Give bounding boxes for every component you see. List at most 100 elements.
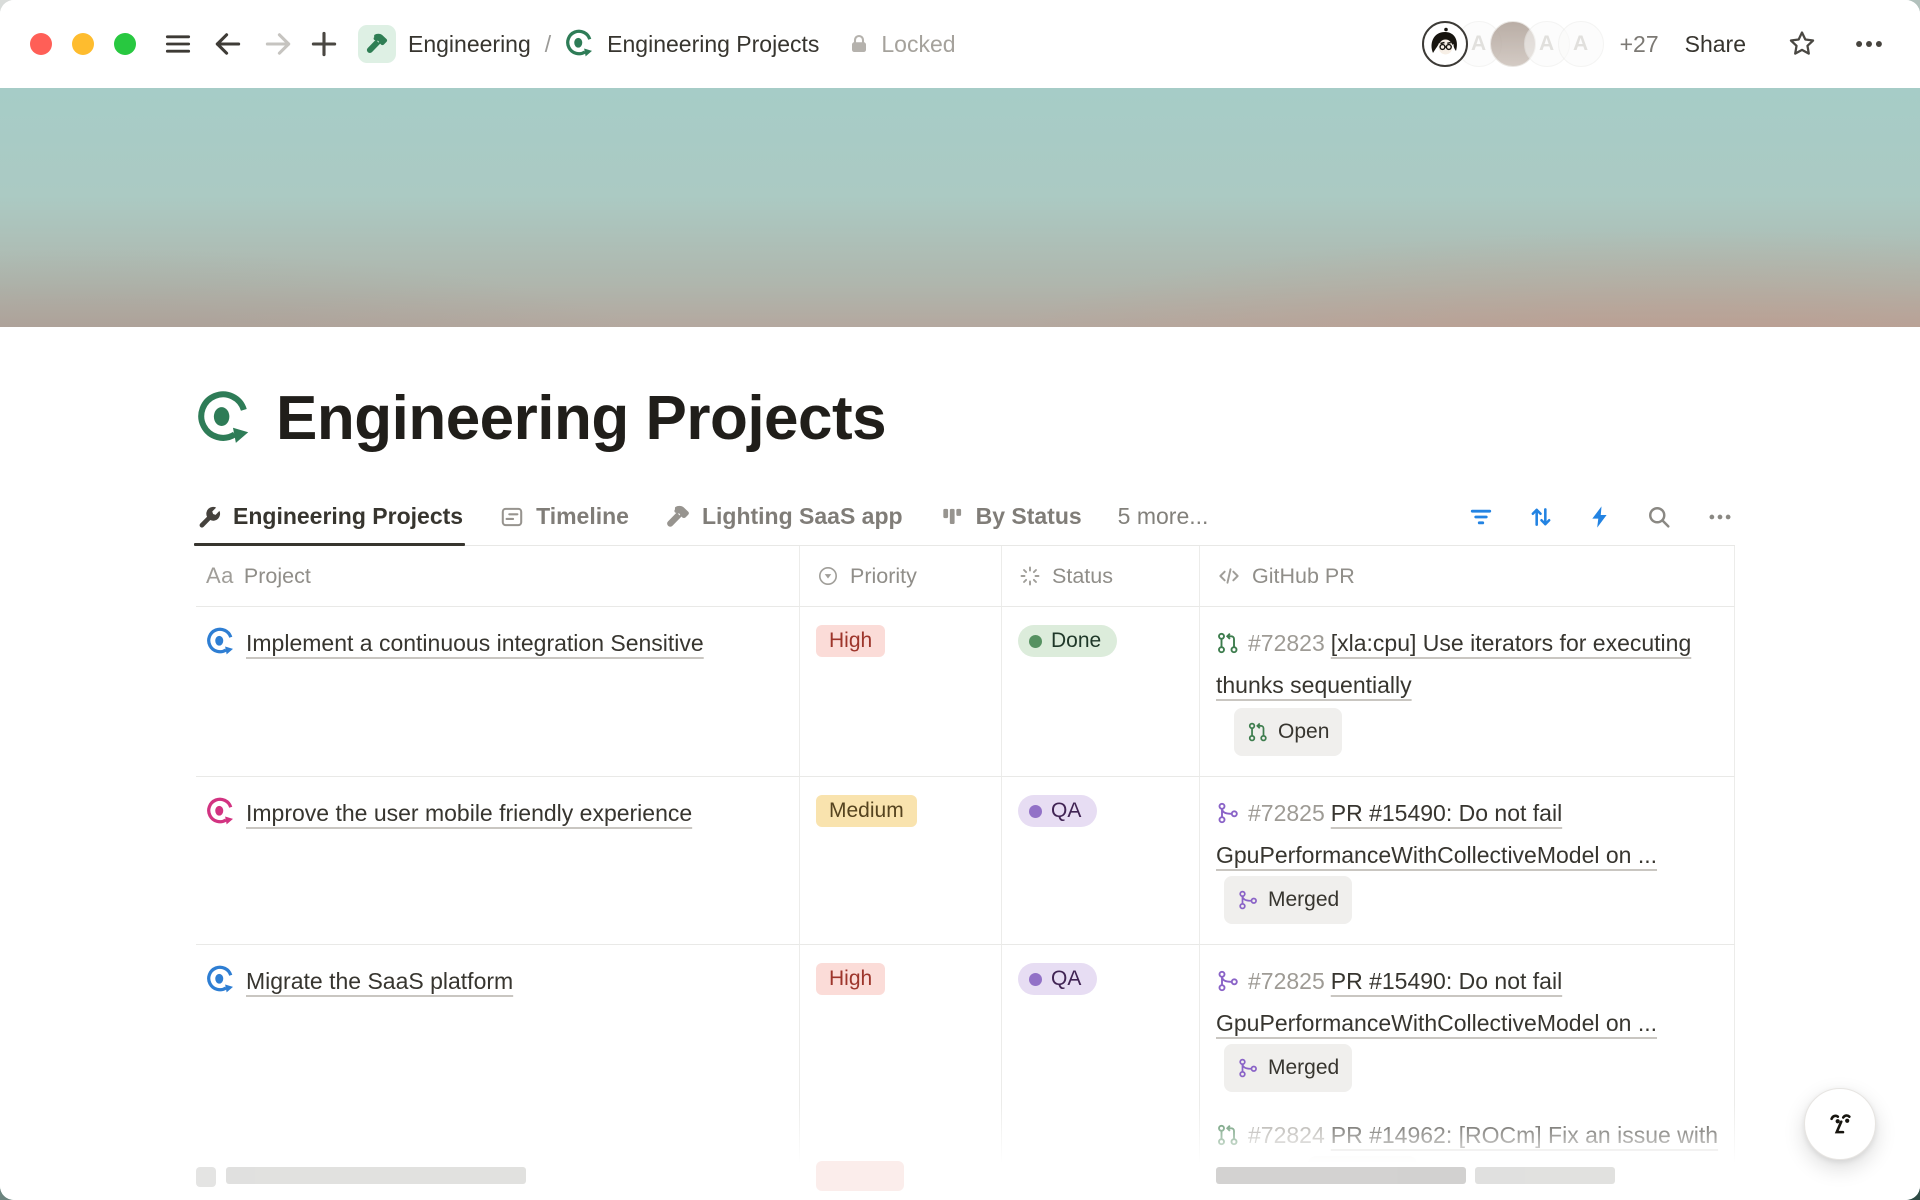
pr-state-badge[interactable]: Merged — [1224, 876, 1352, 924]
breadcrumb-page-label: Engineering Projects — [607, 31, 819, 58]
board-icon — [939, 504, 965, 530]
project-cell: Implement a continuous integration Sensi… — [196, 607, 800, 777]
breadcrumb-workspace-label: Engineering — [408, 31, 531, 58]
status-tag[interactable]: QA — [1018, 795, 1097, 827]
column-label: GitHub PR — [1252, 564, 1355, 589]
project-link[interactable]: Improve the user mobile friendly experie… — [246, 800, 692, 826]
hamburger-icon — [162, 28, 194, 60]
pr-state-label: Open — [1278, 711, 1329, 753]
project-link[interactable]: Implement a continuous integration Sensi… — [246, 630, 704, 656]
pull-request-open-icon — [1216, 1123, 1240, 1147]
tab-label: Timeline — [536, 503, 629, 530]
column-header-github-pr[interactable]: GitHub PR — [1200, 546, 1735, 607]
pr-state-line: Open — [1234, 708, 1734, 758]
tab-label: By Status — [976, 503, 1082, 530]
plus-icon — [307, 27, 341, 61]
page-cover-image — [0, 88, 1920, 327]
search-button[interactable] — [1645, 503, 1673, 531]
view-options-button[interactable] — [1705, 502, 1735, 532]
lightning-icon — [1587, 504, 1613, 530]
faded-next-row — [196, 1158, 1735, 1198]
avatar[interactable] — [1422, 21, 1468, 67]
pr-number: #72825 — [1248, 800, 1325, 826]
view-tab-bar: Engineering Projects Timeline Lighting S… — [196, 488, 1735, 546]
tab-by-status[interactable]: By Status — [939, 488, 1082, 545]
avatar-overflow-count[interactable]: +27 — [1620, 31, 1659, 58]
locked-label: Locked — [881, 31, 955, 58]
tab-engineering-projects[interactable]: Engineering Projects — [196, 488, 463, 545]
priority-tag[interactable]: Medium — [816, 795, 917, 827]
pr-state-label: Merged — [1268, 1047, 1339, 1089]
notion-ai-button[interactable] — [1804, 1088, 1876, 1160]
filter-button[interactable] — [1467, 503, 1495, 531]
pull-request-merged-icon — [1237, 889, 1259, 911]
timeline-icon — [499, 504, 525, 530]
pull-request-merged-icon — [1216, 801, 1240, 825]
favorite-button[interactable] — [1786, 28, 1818, 60]
hammer-icon — [365, 32, 389, 56]
sidebar-toggle-button[interactable] — [160, 26, 196, 62]
status-cell: QA — [1002, 777, 1200, 945]
pr-number: #72825 — [1248, 968, 1325, 994]
column-header-status[interactable]: Status — [1002, 546, 1200, 607]
column-label: Project — [244, 564, 311, 589]
project-cycle-icon — [206, 965, 236, 995]
hammer-icon — [665, 504, 691, 530]
priority-tag[interactable]: High — [816, 963, 885, 995]
page-cycle-icon — [196, 390, 254, 448]
column-header-project[interactable]: Aa Project — [196, 546, 800, 607]
more-options-button[interactable] — [1852, 27, 1886, 61]
automations-button[interactable] — [1587, 504, 1613, 530]
close-window-button[interactable] — [30, 33, 52, 55]
page-title[interactable]: Engineering Projects — [276, 383, 886, 454]
priority-tag[interactable]: High — [816, 625, 885, 657]
tab-timeline[interactable]: Timeline — [499, 488, 629, 545]
project-cycle-icon — [206, 797, 236, 827]
sort-arrows-icon — [1527, 503, 1555, 531]
back-button[interactable] — [210, 26, 246, 62]
locked-toggle[interactable]: Locked — [847, 31, 955, 58]
pr-state-badge[interactable]: Merged — [1224, 1044, 1352, 1092]
minimize-window-button[interactable] — [72, 33, 94, 55]
avatar-stack[interactable]: A A A — [1422, 21, 1604, 67]
breadcrumb-workspace[interactable]: Engineering — [408, 26, 531, 62]
pr-state-badge[interactable]: Open — [1234, 708, 1342, 756]
breadcrumb-page[interactable]: Engineering Projects — [607, 26, 819, 62]
wrench-icon — [196, 504, 222, 530]
tab-lighting-saas-app[interactable]: Lighting SaaS app — [665, 488, 903, 545]
status-cell: Done — [1002, 607, 1200, 777]
page-title-row: Engineering Projects — [196, 383, 1735, 454]
status-tag[interactable]: Done — [1018, 625, 1117, 657]
ai-face-icon — [1821, 1105, 1859, 1143]
pull-request-merged-icon — [1237, 1057, 1259, 1079]
column-label: Priority — [850, 564, 917, 589]
status-tag[interactable]: QA — [1018, 963, 1097, 995]
pr-entry: #72825PR #15490: Do not fail GpuPerforma… — [1216, 792, 1734, 926]
priority-cell: Medium — [800, 777, 1002, 945]
pull-request-open-icon — [1216, 631, 1240, 655]
breadcrumb-separator: / — [545, 31, 551, 58]
page-content: Engineering Projects Engineering Project… — [196, 383, 1735, 1200]
search-icon — [1645, 503, 1673, 531]
star-icon — [1786, 28, 1818, 60]
pr-entry: #72823[xla:cpu] Use iterators for execut… — [1216, 622, 1734, 758]
page-cycle-icon — [565, 29, 595, 59]
workspace-hammer-chip[interactable] — [358, 25, 396, 63]
breadcrumb: Engineering / Engineering Projects — [358, 25, 819, 63]
avatar-initial: A — [1471, 32, 1486, 56]
pull-request-merged-icon — [1216, 969, 1240, 993]
column-header-priority[interactable]: Priority — [800, 546, 1002, 607]
top-bar: Engineering / Engineering Projects Locke… — [0, 0, 1920, 88]
share-button[interactable]: Share — [1685, 31, 1746, 58]
pull-request-open-icon — [1247, 721, 1269, 743]
status-dot — [1029, 635, 1042, 648]
new-page-button[interactable] — [306, 26, 342, 62]
project-link[interactable]: Migrate the SaaS platform — [246, 968, 513, 994]
sort-button[interactable] — [1527, 503, 1555, 531]
pr-state-label: Merged — [1268, 879, 1339, 921]
more-views-button[interactable]: 5 more... — [1118, 488, 1209, 545]
code-type-icon — [1216, 563, 1242, 589]
avatar[interactable]: A — [1558, 21, 1604, 67]
forward-button[interactable] — [260, 26, 296, 62]
zoom-window-button[interactable] — [114, 33, 136, 55]
